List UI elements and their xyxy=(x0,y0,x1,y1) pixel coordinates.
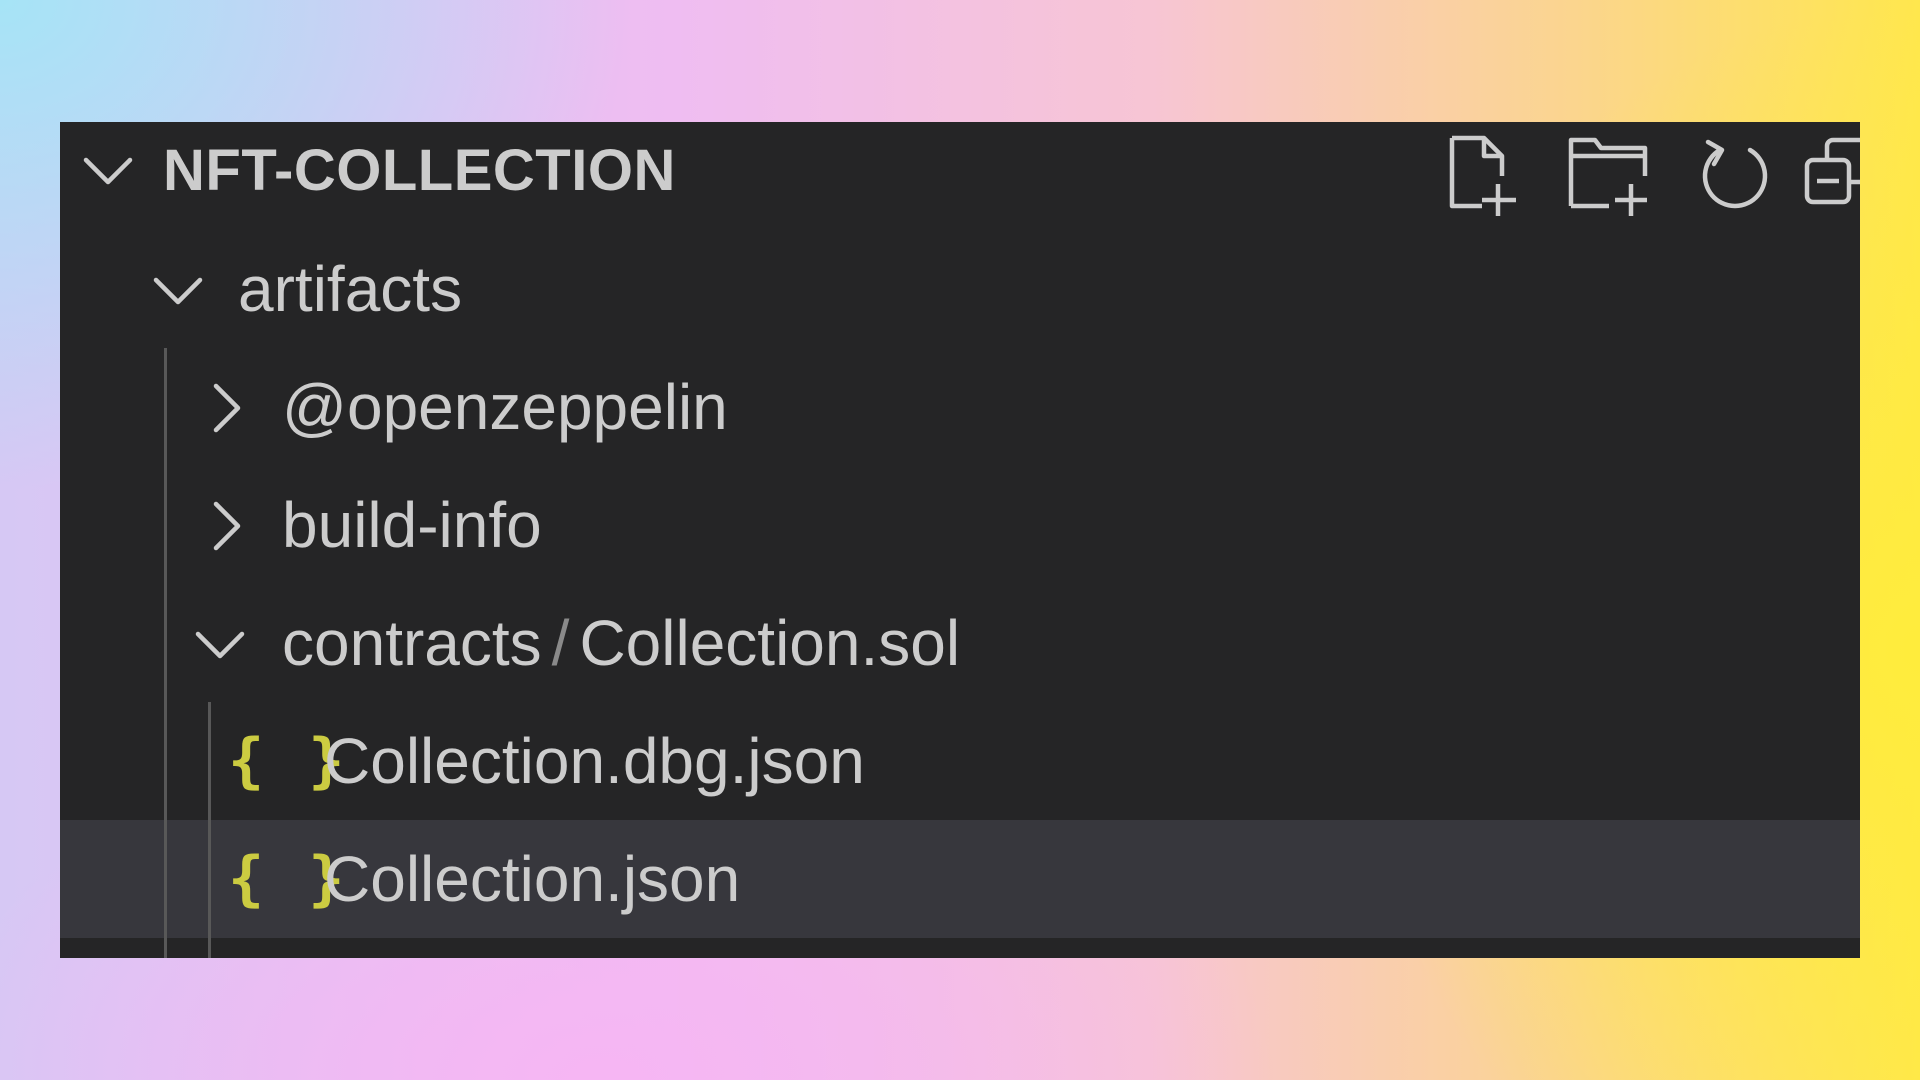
explorer-panel: NFT-COLLECTION artifacts @openzeppelin b… xyxy=(60,122,1860,958)
tree-item-label: artifacts xyxy=(238,253,463,325)
tree-item-contracts-collection-sol[interactable]: contracts / Collection.sol xyxy=(60,584,1860,702)
tree-item-openzeppelin[interactable]: @openzeppelin xyxy=(60,348,1860,466)
tree-item-label: Collection.json xyxy=(324,843,741,915)
new-folder-button[interactable] xyxy=(1565,132,1655,222)
tree-item-collection-dbg-json[interactable]: { } Collection.dbg.json xyxy=(60,702,1860,820)
refresh-icon xyxy=(1702,139,1768,209)
tree-item-label: Collection.dbg.json xyxy=(324,725,865,797)
explorer-header[interactable]: NFT-COLLECTION xyxy=(60,122,1860,220)
chevron-down-icon xyxy=(192,624,248,664)
tree-item-artifacts[interactable]: artifacts xyxy=(60,230,1860,348)
tree-item-collection-json[interactable]: { } Collection.json xyxy=(60,820,1860,938)
new-file-icon xyxy=(1449,135,1516,216)
folder-segment-collection-sol[interactable]: Collection.sol xyxy=(579,607,960,679)
compact-folder-path: contracts / Collection.sol xyxy=(282,584,960,702)
explorer-title: NFT-COLLECTION xyxy=(163,138,676,203)
chevron-right-icon xyxy=(206,380,246,436)
new-folder-icon xyxy=(1568,137,1648,216)
path-separator: / xyxy=(551,607,570,679)
tree-item-build-info[interactable]: build-info xyxy=(60,466,1860,584)
chevron-down-icon xyxy=(150,270,206,310)
chevron-down-icon[interactable] xyxy=(80,150,136,190)
tree-item-label: build-info xyxy=(282,489,542,561)
collapse-all-icon xyxy=(1804,137,1860,205)
explorer-actions xyxy=(1360,122,1860,220)
collapse-all-button[interactable] xyxy=(1804,132,1860,222)
chevron-right-icon xyxy=(206,498,246,554)
refresh-button[interactable] xyxy=(1690,132,1780,222)
new-file-button[interactable] xyxy=(1440,132,1530,222)
indent-guide xyxy=(164,820,167,938)
folder-segment-contracts[interactable]: contracts xyxy=(282,607,542,679)
indent-guide xyxy=(208,820,211,938)
tree-item-label: @openzeppelin xyxy=(282,371,728,443)
